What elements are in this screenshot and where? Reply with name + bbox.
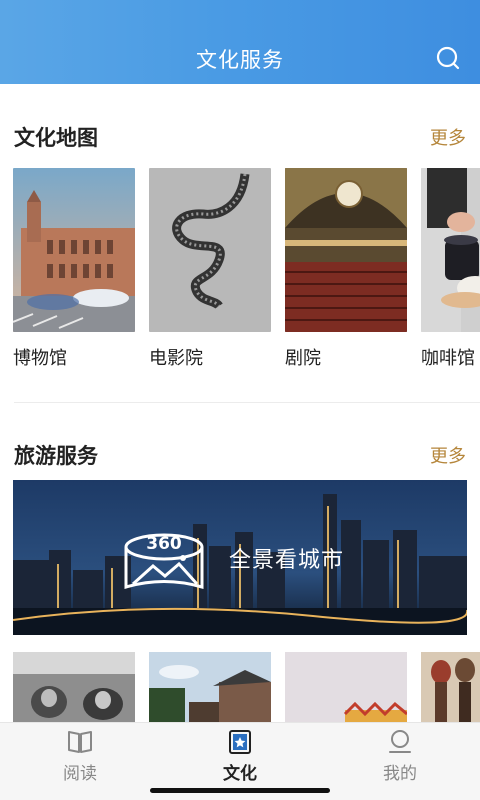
book-icon: [68, 731, 92, 753]
tab-label: 阅读: [63, 764, 97, 784]
section-title: 文化地图: [14, 126, 98, 150]
theater-image: [285, 168, 407, 332]
cafe-image: [421, 168, 480, 332]
travel-thumb[interactable]: [421, 652, 480, 722]
category-label: 咖啡馆: [421, 348, 475, 369]
section-title: 旅游服务: [14, 444, 98, 468]
tab-label: 文化: [223, 764, 257, 784]
travel-thumb[interactable]: [149, 652, 271, 722]
home-indicator[interactable]: [150, 788, 330, 793]
section-divider: [14, 402, 480, 403]
tab-mine[interactable]: 我的: [340, 723, 460, 800]
more-link[interactable]: 更多: [430, 124, 466, 150]
tab-label: 我的: [383, 764, 417, 784]
page-title: 文化服务: [196, 48, 284, 72]
category-label: 博物馆: [13, 348, 67, 369]
category-label: 电影院: [149, 348, 203, 369]
panorama-banner[interactable]: 全景看城市 360: [13, 480, 467, 635]
tab-read[interactable]: 阅读: [20, 723, 140, 800]
category-label: 剧院: [285, 348, 321, 369]
category-card-cafe[interactable]: 咖啡馆: [421, 168, 480, 370]
banner-title: 全景看城市: [229, 548, 345, 573]
category-card-theater[interactable]: 剧院: [285, 168, 407, 370]
travel-header: 旅游服务 更多: [14, 440, 466, 470]
search-icon[interactable]: [434, 44, 462, 72]
culture-icon: [229, 730, 251, 754]
app-header: 文化服务: [0, 0, 480, 84]
more-link[interactable]: 更多: [430, 442, 466, 468]
travel-thumb[interactable]: [13, 652, 135, 722]
badge-360-text: 360: [146, 534, 182, 554]
main-content[interactable]: 文化地图 更多 博物馆 电影院 剧院 咖啡馆 旅游服务 更多 全景看城市 360: [0, 84, 480, 722]
category-card-museum[interactable]: 博物馆: [13, 168, 135, 370]
profile-icon: [389, 730, 411, 753]
travel-thumb[interactable]: [285, 652, 407, 722]
culture-map-list[interactable]: 博物馆 电影院 剧院 咖啡馆: [13, 168, 480, 370]
museum-image: [13, 168, 135, 332]
travel-thumbnails[interactable]: [13, 652, 480, 722]
cinema-image: [149, 168, 271, 332]
culture-map-header: 文化地图 更多: [14, 122, 466, 152]
category-card-cinema[interactable]: 电影院: [149, 168, 271, 370]
